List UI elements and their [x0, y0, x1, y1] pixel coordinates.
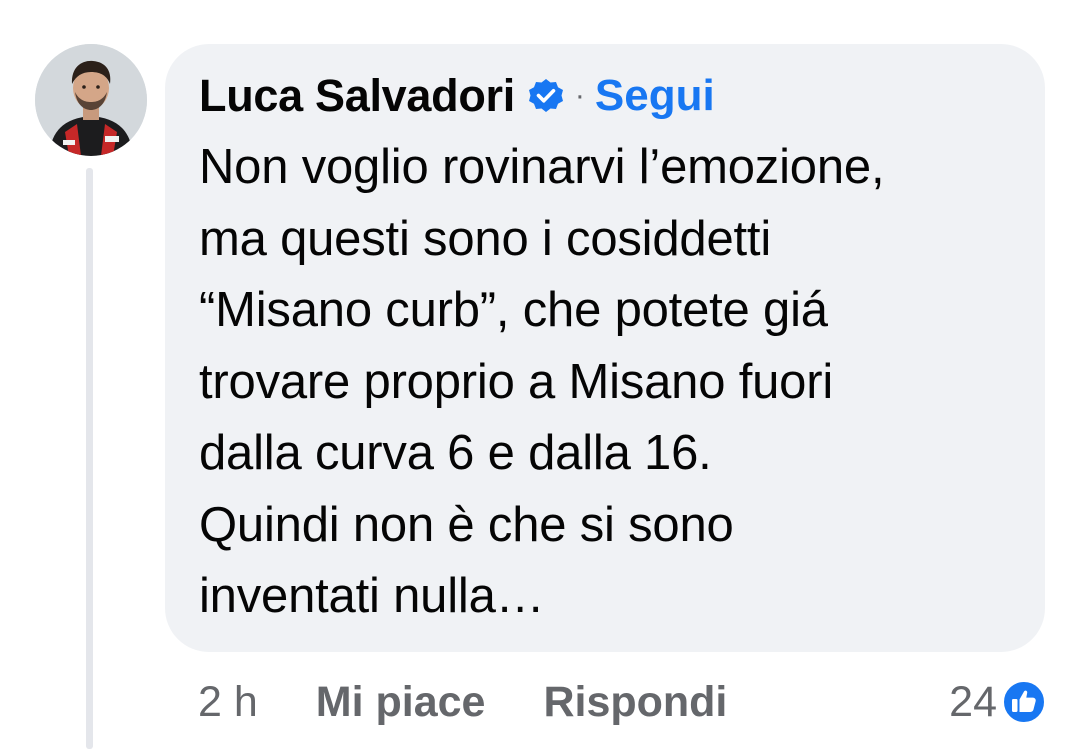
- verified-badge-icon: [527, 77, 565, 115]
- comment-text-line: dalla curva 6 e dalla 16.: [199, 426, 712, 480]
- reaction-summary[interactable]: 24: [949, 672, 1047, 732]
- comment-text-line: trovare proprio a Misano fuori: [199, 354, 834, 409]
- follow-button[interactable]: Segui: [595, 71, 715, 121]
- comment-actions: 2 h Mi piace Rispondi: [198, 672, 727, 732]
- comment-text: Non voglio rovinarvi l’emozione, ma ques…: [199, 132, 1015, 633]
- comment-text-line: Non voglio rovinarvi l’emozione,: [199, 140, 885, 194]
- thumbs-up-icon: [1001, 679, 1047, 725]
- comment-text-line: ma questi sono i cosiddetti: [199, 211, 772, 266]
- comment-timestamp[interactable]: 2 h: [198, 678, 258, 727]
- like-button[interactable]: Mi piace: [316, 678, 486, 727]
- separator-dot: ·: [574, 79, 585, 112]
- comment-text-line: Quindi non è che si sono: [199, 497, 734, 552]
- reaction-count: 24: [949, 677, 997, 726]
- comment-text-line: inventati nulla…: [199, 569, 545, 623]
- author-name[interactable]: Luca Salvadori: [199, 70, 515, 122]
- comment-bubble: Luca Salvadori · Segui Non voglio rovina…: [165, 44, 1045, 652]
- thread-line: [86, 168, 93, 749]
- avatar[interactable]: [35, 44, 147, 156]
- reply-button[interactable]: Rispondi: [543, 678, 727, 727]
- comment-header: Luca Salvadori · Segui: [199, 68, 1015, 124]
- comment-text-line: “Misano curb”, che potete giá: [199, 283, 828, 337]
- comment-container: Luca Salvadori · Segui Non voglio rovina…: [0, 0, 1079, 749]
